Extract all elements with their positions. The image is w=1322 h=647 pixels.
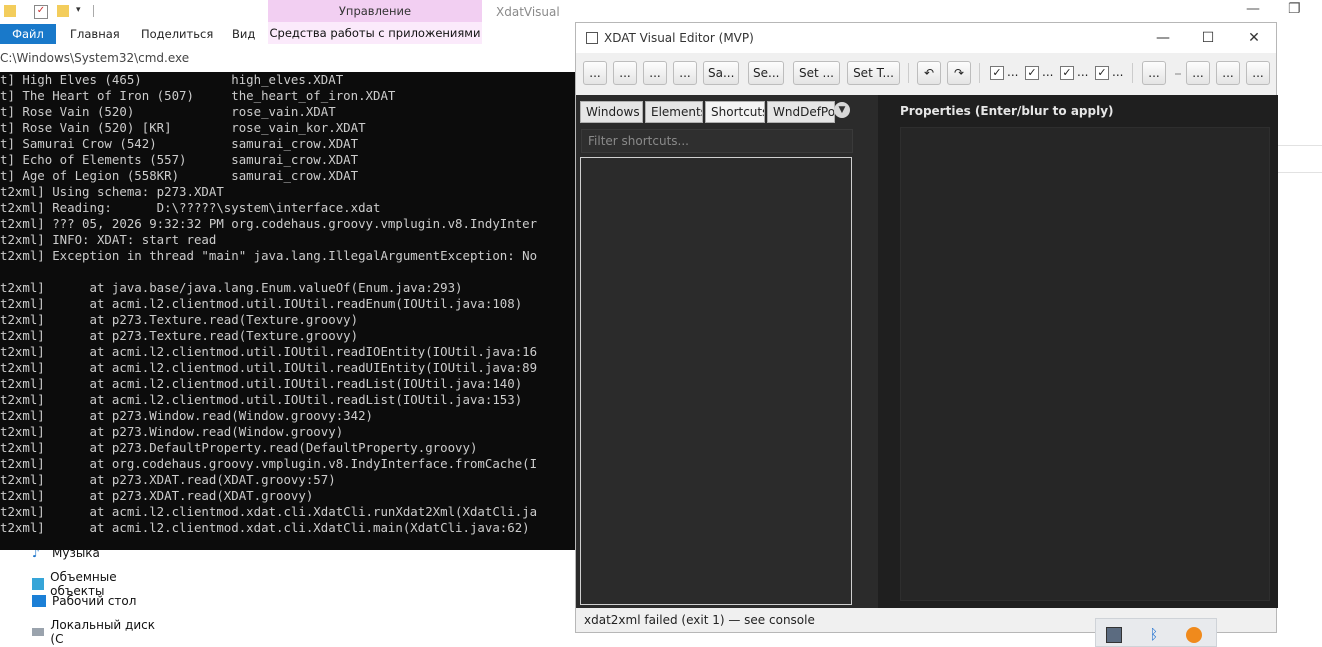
xdat-editor-window: XDAT Visual Editor (MVP) — ☐ ✕ ... ... .…	[575, 22, 1278, 633]
set-button[interactable]: Set ...	[793, 61, 840, 85]
monitor-icon[interactable]	[1106, 627, 1122, 643]
redo-icon: ↷	[953, 66, 965, 80]
explorer-restore-icon[interactable]: ❐	[1288, 1, 1301, 17]
filter-shortcuts-input[interactable]: Filter shortcuts...	[581, 129, 853, 153]
tab-app-tools[interactable]: Средства работы с приложениями	[268, 22, 482, 44]
desktop-icon	[32, 595, 46, 607]
redo-button[interactable]: ↷	[947, 61, 971, 85]
undo-button[interactable]: ↶	[917, 61, 941, 85]
checkbox-4-label: ...	[1112, 65, 1124, 79]
new-folder-icon[interactable]	[57, 5, 69, 17]
cmd-title: C:\Windows\System32\cmd.exe	[0, 51, 190, 65]
tab-manage-header: Управление	[268, 0, 482, 22]
nav-item-local-disk[interactable]: Локальный диск (С	[32, 618, 158, 646]
toolbar-button-4[interactable]: ...	[673, 61, 697, 85]
tab-file[interactable]: Файл	[0, 24, 56, 44]
nav-label: Рабочий стол	[52, 594, 137, 608]
maximize-icon[interactable]: ☐	[1196, 28, 1220, 48]
properties-title: Properties (Enter/blur to apply)	[900, 104, 1114, 118]
properties-area[interactable]	[900, 127, 1270, 601]
toolbar-right-button-4[interactable]: ...	[1246, 61, 1270, 85]
se-button[interactable]: Se...	[748, 61, 784, 85]
save-button[interactable]: Sa...	[703, 61, 739, 85]
close-icon[interactable]: ✕	[1242, 28, 1266, 48]
editor-title: XDAT Visual Editor (MVP)	[604, 31, 754, 45]
checkbox-2-label: ...	[1042, 65, 1054, 79]
toolbar-right-button-3[interactable]: ...	[1216, 61, 1240, 85]
toolbar-right-button-2[interactable]: ...	[1186, 61, 1210, 85]
divider	[1277, 172, 1322, 173]
editor-toolbar: ... ... ... ... Sa... Se... Set ... Set …	[576, 53, 1276, 95]
nav-label: Локальный диск (С	[50, 618, 155, 646]
tab-wnddefpos[interactable]: WndDefPos	[767, 101, 835, 123]
chevron-down-icon: ▼	[838, 105, 846, 115]
explorer-quick-access-toolbar: ✓ ▾	[0, 0, 120, 24]
tab-elements[interactable]: Elements	[645, 101, 703, 123]
undo-icon: ↶	[923, 66, 935, 80]
tab-home[interactable]: Главная	[70, 27, 120, 41]
tab-windows[interactable]: Windows	[580, 101, 643, 123]
left-pane: Windows Elements Shortcuts WndDefPos ▼ F…	[576, 95, 856, 608]
cmd-titlebar: C:\Windows\System32\cmd.exe	[0, 44, 575, 73]
tab-share[interactable]: Поделиться	[141, 27, 213, 41]
toolbar-separator	[1132, 63, 1133, 83]
chevron-down-icon[interactable]: ▾	[76, 5, 88, 17]
drive-icon	[32, 628, 45, 636]
tab-view[interactable]: Вид	[232, 27, 255, 41]
bluetooth-icon[interactable]: ᛒ	[1146, 627, 1162, 643]
toolbar-separator	[908, 63, 909, 83]
checkbox-1[interactable]: ✓	[990, 66, 1004, 80]
tab-overflow-menu[interactable]: ▼	[834, 102, 850, 118]
split-divider[interactable]	[856, 95, 878, 608]
toolbar-button-3[interactable]: ...	[643, 61, 667, 85]
properties-pane: Properties (Enter/blur to apply)	[878, 95, 1278, 608]
system-tray-overflow: ᛒ	[1095, 618, 1217, 647]
checkbox-4[interactable]: ✓	[1095, 66, 1109, 80]
console-output: t] High Elves (465) high_elves.XDAT t] T…	[0, 72, 538, 535]
toolbar-button-1[interactable]: ...	[583, 61, 607, 85]
toolbar-button-2[interactable]: ...	[613, 61, 637, 85]
explorer-window-title: XdatVisual	[496, 5, 560, 19]
cube-icon	[32, 578, 45, 590]
checkbox-1-label: ...	[1007, 65, 1019, 79]
properties-icon[interactable]: ✓	[34, 5, 48, 19]
editor-titlebar: XDAT Visual Editor (MVP) — ☐ ✕	[576, 23, 1276, 53]
toolbar-right-button-1[interactable]: ...	[1142, 61, 1166, 85]
explorer-minimize-icon[interactable]: —	[1246, 1, 1260, 17]
app-tray-icon[interactable]	[1186, 627, 1202, 643]
tab-shortcuts[interactable]: Shortcuts	[705, 101, 765, 123]
nav-item-desktop[interactable]: Рабочий стол	[32, 594, 136, 608]
set-t-button[interactable]: Set T...	[847, 61, 900, 85]
minimize-icon[interactable]: —	[1151, 28, 1175, 48]
checkbox-3-label: ...	[1077, 65, 1089, 79]
cmd-console[interactable]: t] High Elves (465) high_elves.XDAT t] T…	[0, 72, 575, 550]
explorer-nav-pane: ♪ Музыка Объемные объекты Рабочий стол Ло…	[0, 540, 158, 647]
folder-icon[interactable]	[4, 5, 16, 17]
divider	[1277, 145, 1322, 146]
shortcuts-list[interactable]	[580, 157, 852, 605]
app-icon	[586, 32, 598, 44]
status-text: xdat2xml failed (exit 1) — see console	[584, 613, 815, 627]
checkbox-3[interactable]: ✓	[1060, 66, 1074, 80]
checkbox-2[interactable]: ✓	[1025, 66, 1039, 80]
tab-bar: Windows Elements Shortcuts WndDefPos	[580, 101, 835, 124]
separator	[93, 5, 94, 17]
toolbar-separator	[1175, 73, 1181, 75]
toolbar-separator	[979, 63, 980, 83]
